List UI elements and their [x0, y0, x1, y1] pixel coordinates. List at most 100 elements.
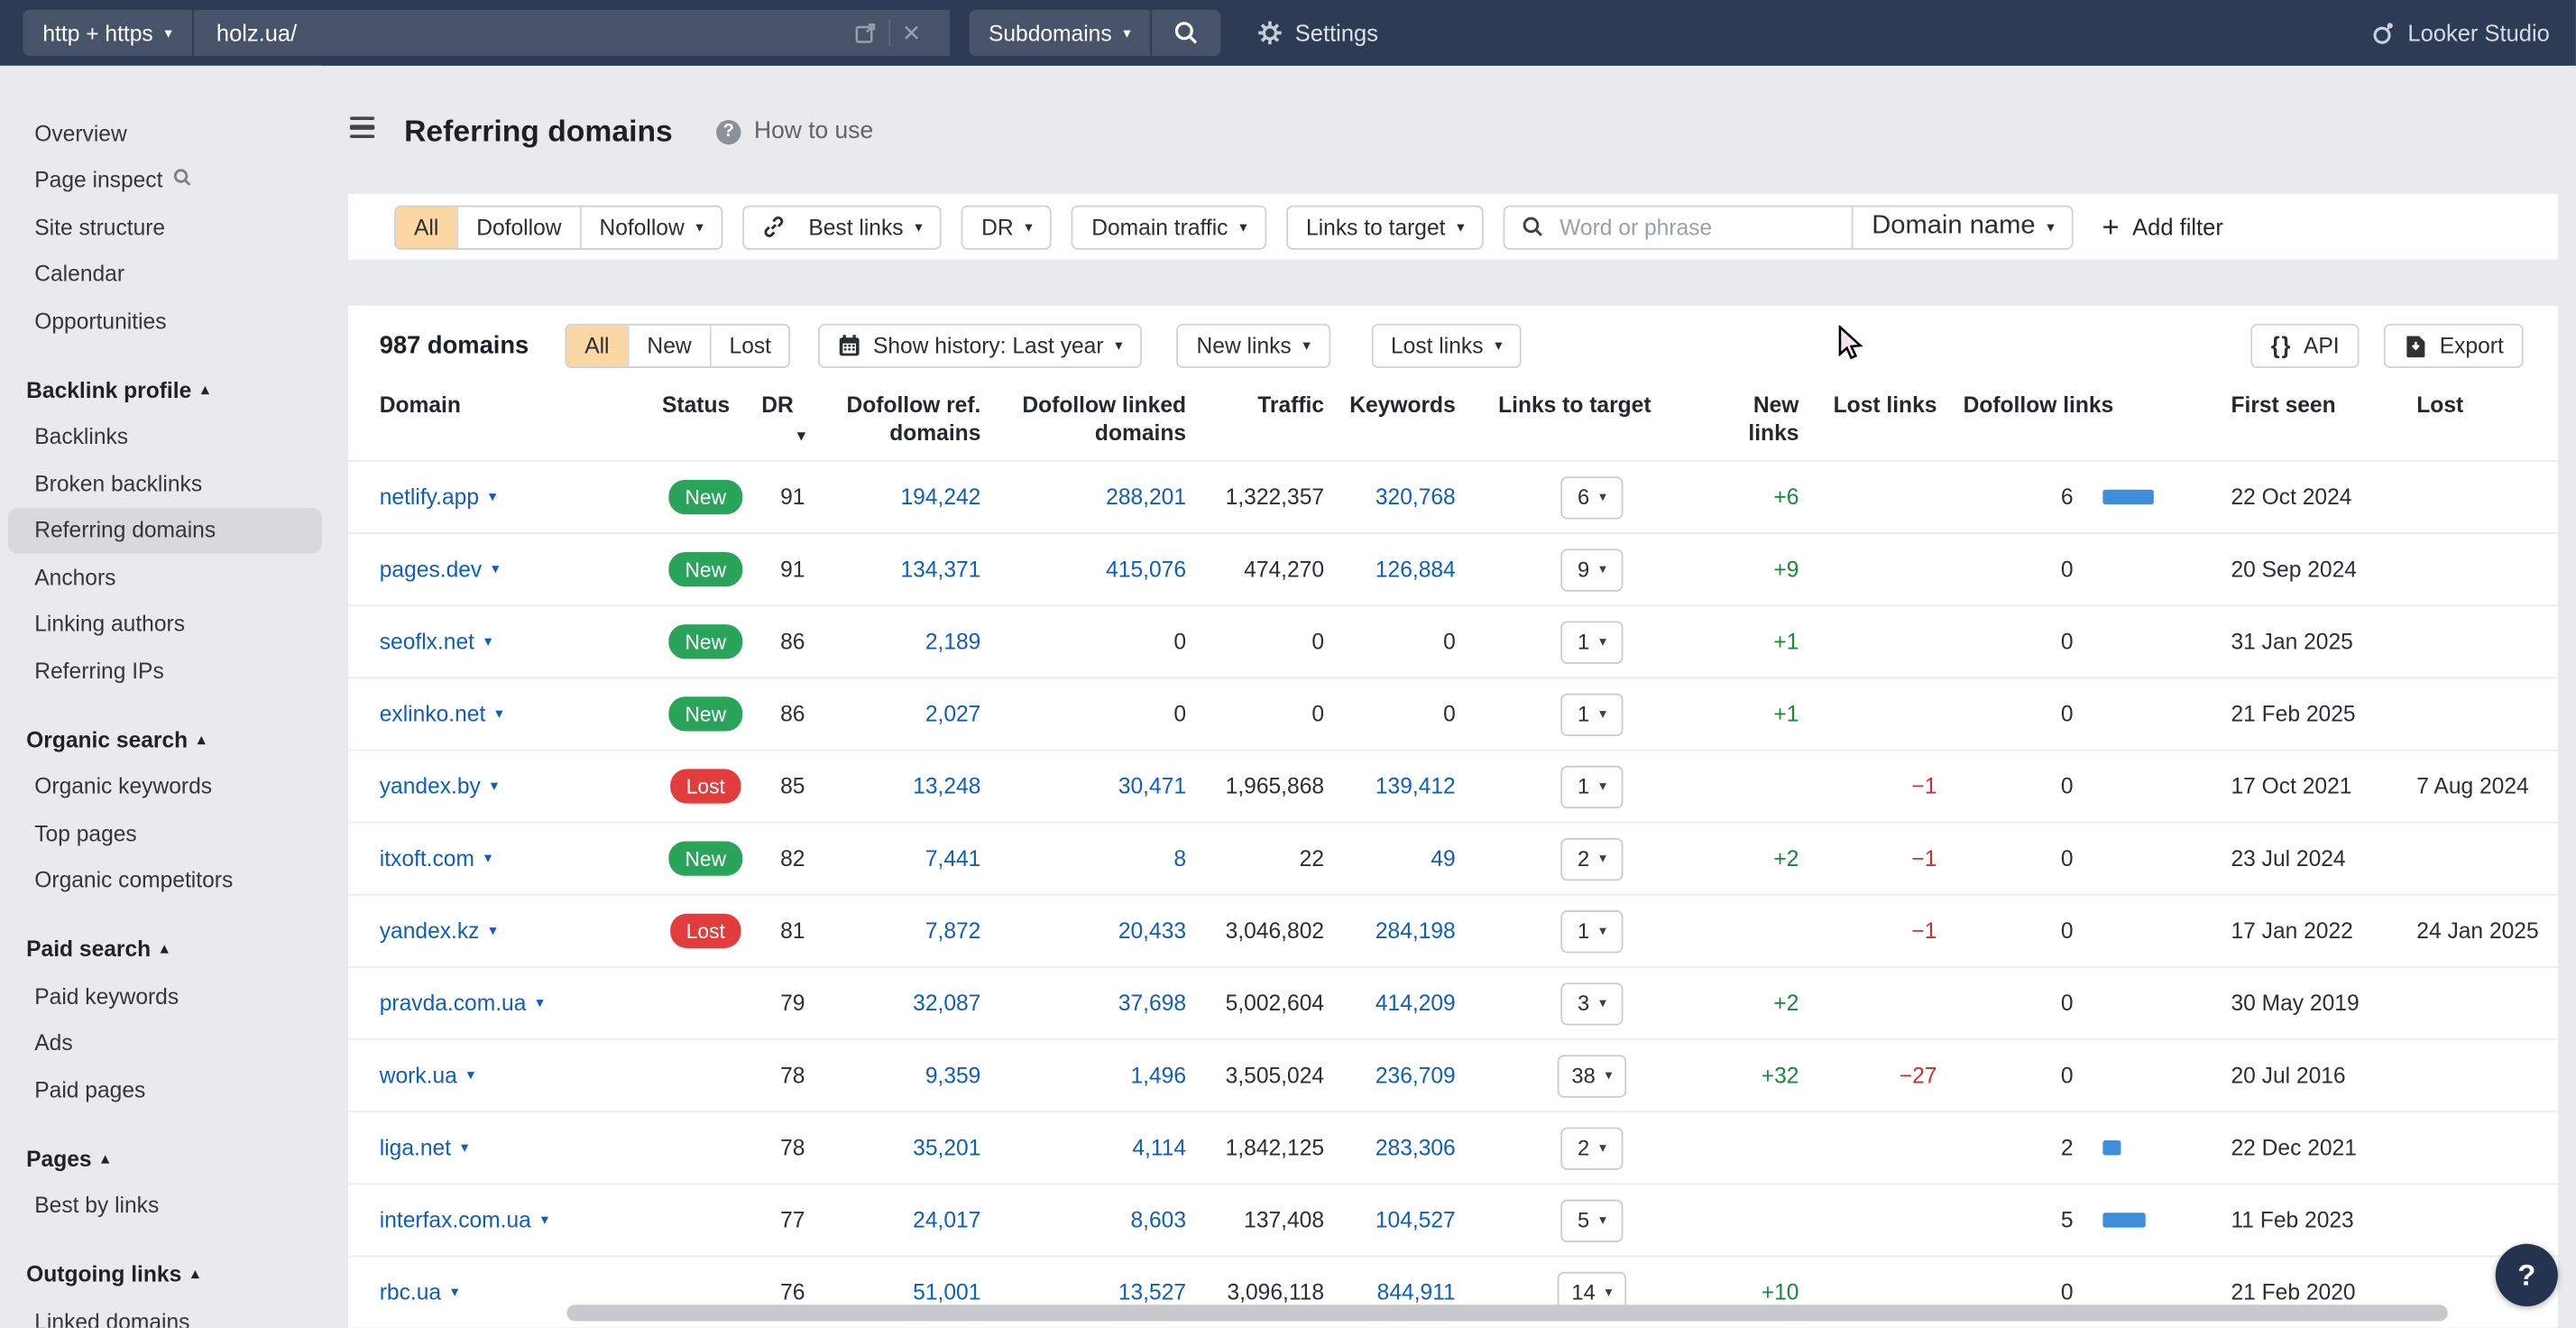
domain-traffic-dropdown[interactable]: Domain traffic▾: [1072, 205, 1266, 249]
settings-button[interactable]: Settings: [1257, 20, 1378, 46]
dofollow-linked-value[interactable]: 13,527: [1118, 1280, 1186, 1305]
domain-link[interactable]: yandex.kz: [380, 918, 480, 943]
domain-link[interactable]: seoflx.net: [380, 630, 474, 654]
dofollow-linked-value[interactable]: 4,114: [1132, 1136, 1186, 1160]
filter-segment-dofollow[interactable]: Dofollow: [456, 207, 579, 248]
domain-options-caret-icon[interactable]: ▾: [484, 632, 492, 650]
show-history-dropdown[interactable]: Show history: Last year ▾: [819, 323, 1143, 367]
status-segment-lost[interactable]: Lost: [710, 325, 789, 366]
add-filter-button[interactable]: + Add filter: [2102, 209, 2222, 244]
keywords-value[interactable]: 104,527: [1375, 1208, 1456, 1232]
domain-options-caret-icon[interactable]: ▾: [492, 560, 499, 578]
domain-options-caret-icon[interactable]: ▾: [541, 1211, 548, 1229]
new-links-dropdown[interactable]: New links ▾: [1177, 323, 1330, 367]
domain-options-caret-icon[interactable]: ▾: [484, 850, 492, 868]
sidebar-item-anchors[interactable]: Anchors: [8, 554, 322, 601]
domain-link[interactable]: exlinko.net: [380, 702, 486, 726]
column-header-status[interactable]: Status: [652, 392, 759, 420]
links-to-target-select[interactable]: 1▾: [1560, 621, 1623, 663]
dofollow-ref-value[interactable]: 7,441: [925, 846, 981, 871]
sidebar-item-linked-domains[interactable]: Linked domains: [8, 1298, 322, 1328]
domain-link[interactable]: interfax.com.ua: [380, 1208, 531, 1232]
horizontal-scrollbar[interactable]: [566, 1305, 2448, 1321]
sidebar-item-overview[interactable]: Overview: [8, 110, 322, 157]
dr-dropdown[interactable]: DR▾: [961, 205, 1052, 249]
dofollow-ref-value[interactable]: 32,087: [913, 991, 980, 1015]
dofollow-ref-value[interactable]: 24,017: [913, 1208, 980, 1232]
links-to-target-select[interactable]: 1▾: [1560, 765, 1623, 807]
links-to-target-select[interactable]: 5▾: [1560, 1199, 1623, 1241]
word-or-phrase-input[interactable]: [1556, 213, 1852, 241]
domain-options-caret-icon[interactable]: ▾: [491, 778, 498, 796]
domain-link[interactable]: yandex.by: [380, 774, 481, 798]
open-external-icon[interactable]: [854, 22, 877, 44]
column-header-dr[interactable]: DR ▾: [759, 392, 814, 447]
dofollow-linked-value[interactable]: 288,201: [1106, 484, 1186, 509]
export-button[interactable]: Export: [2384, 323, 2524, 367]
dofollow-linked-value[interactable]: 20,433: [1118, 918, 1186, 943]
domain-options-caret-icon[interactable]: ▾: [536, 994, 543, 1012]
domain-options-caret-icon[interactable]: ▾: [461, 1139, 468, 1157]
domain-options-caret-icon[interactable]: ▾: [489, 922, 496, 940]
dofollow-linked-value[interactable]: 37,698: [1118, 991, 1186, 1015]
column-header-domain[interactable]: Domain: [348, 392, 652, 420]
column-header-dofollow-links[interactable]: Dofollow links: [1946, 392, 2188, 420]
sidebar-item-organic-competitors[interactable]: Organic competitors: [8, 857, 322, 904]
domain-link[interactable]: itxoft.com: [380, 846, 474, 871]
domain-options-caret-icon[interactable]: ▾: [467, 1066, 474, 1084]
links-to-target-select[interactable]: 6▾: [1560, 475, 1623, 518]
column-header-links-to-target[interactable]: Links to target: [1456, 392, 1728, 420]
keywords-value[interactable]: 844,911: [1377, 1280, 1456, 1305]
sidebar-section-header-paid-search[interactable]: Paid search▴: [0, 925, 322, 973]
dofollow-linked-value[interactable]: 1,496: [1130, 1063, 1186, 1087]
status-segment-all[interactable]: All: [566, 325, 627, 366]
links-to-target-select[interactable]: 2▾: [1560, 1127, 1623, 1169]
sidebar-item-calendar[interactable]: Calendar: [8, 251, 322, 298]
column-header-lost-links[interactable]: Lost links: [1810, 392, 1946, 420]
domain-link[interactable]: pravda.com.ua: [380, 991, 527, 1015]
domain-options-caret-icon[interactable]: ▾: [489, 488, 496, 506]
keywords-value[interactable]: 414,209: [1375, 991, 1456, 1015]
keywords-value[interactable]: 284,198: [1375, 918, 1456, 943]
search-scope-dropdown[interactable]: Domain name ▾: [1852, 207, 2072, 248]
protocol-dropdown[interactable]: http + https ▾: [23, 10, 191, 56]
domain-link[interactable]: rbc.ua: [380, 1280, 441, 1305]
dofollow-ref-value[interactable]: 13,248: [913, 774, 980, 798]
domain-options-caret-icon[interactable]: ▾: [451, 1284, 458, 1302]
dofollow-ref-value[interactable]: 35,201: [913, 1136, 980, 1160]
dofollow-ref-value[interactable]: 2,189: [925, 630, 981, 654]
column-header-lost[interactable]: Lost: [2386, 392, 2558, 420]
sidebar-item-opportunities[interactable]: Opportunities: [8, 298, 322, 345]
links-to-target-select[interactable]: 3▾: [1560, 982, 1623, 1024]
sidebar-item-top-pages[interactable]: Top pages: [8, 810, 322, 857]
column-header-keywords[interactable]: Keywords: [1324, 392, 1456, 420]
links-to-target-select[interactable]: 38▾: [1557, 1054, 1627, 1096]
keywords-value[interactable]: 139,412: [1375, 774, 1456, 798]
sidebar-section-header-outgoing-links[interactable]: Outgoing links▴: [0, 1250, 322, 1298]
keywords-value[interactable]: 236,709: [1375, 1063, 1456, 1087]
dofollow-linked-value[interactable]: 8,603: [1130, 1208, 1186, 1232]
sidebar-section-header-backlink-profile[interactable]: Backlink profile▴: [0, 365, 322, 413]
domain-link[interactable]: liga.net: [380, 1136, 451, 1160]
dofollow-ref-value[interactable]: 134,371: [900, 557, 980, 581]
help-fab-button[interactable]: ?: [2496, 1244, 2558, 1306]
scope-dropdown[interactable]: Subdomains ▾: [969, 10, 1150, 56]
sidebar-item-best-by-links[interactable]: Best by links: [8, 1182, 322, 1229]
hamburger-menu-icon[interactable]: [350, 116, 374, 143]
sidebar-item-referring-ips[interactable]: Referring IPs: [8, 648, 322, 695]
keywords-value[interactable]: 283,306: [1375, 1136, 1456, 1160]
links-to-target-select[interactable]: 1▾: [1560, 909, 1623, 952]
keywords-value[interactable]: 126,884: [1375, 557, 1456, 581]
dofollow-ref-value[interactable]: 9,359: [925, 1063, 981, 1087]
domain-options-caret-icon[interactable]: ▾: [495, 705, 502, 723]
sidebar-item-ads[interactable]: Ads: [8, 1019, 322, 1066]
sidebar-section-header-organic-search[interactable]: Organic search▴: [0, 715, 322, 763]
filter-segment-nofollow[interactable]: Nofollow▾: [580, 207, 722, 248]
links-to-target-dropdown[interactable]: Links to target▾: [1286, 205, 1484, 249]
links-to-target-select[interactable]: 1▾: [1560, 693, 1623, 735]
sidebar-section-header-pages[interactable]: Pages▴: [0, 1135, 322, 1183]
links-to-target-select[interactable]: 9▾: [1560, 548, 1623, 590]
column-header-first-seen[interactable]: First seen: [2188, 392, 2386, 420]
sidebar-item-linking-authors[interactable]: Linking authors: [8, 601, 322, 648]
dofollow-ref-value[interactable]: 194,242: [900, 484, 980, 509]
